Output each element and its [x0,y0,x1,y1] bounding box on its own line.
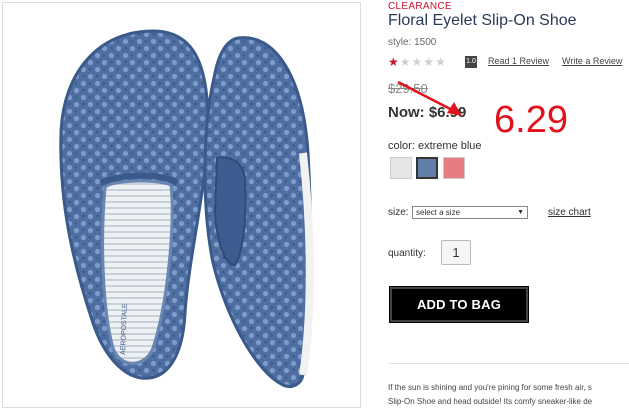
product-image[interactable]: AEROPOSTALE [2,2,361,408]
right-shoe [203,36,314,389]
swatch-white[interactable] [390,157,412,179]
chevron-down-icon: ▼ [517,209,524,216]
size-chart-link[interactable]: size chart [548,207,591,218]
star-icon-empty: ★ [423,55,436,69]
read-reviews-link[interactable]: Read 1 Review [488,56,549,66]
size-row: size: select a size ▼ size chart [388,205,629,221]
sale-price: Now: $6.99 [388,104,467,121]
star-icon-empty: ★ [435,55,447,69]
size-label: size: [388,207,409,218]
star-icon-empty: ★ [399,55,412,69]
size-select[interactable]: select a size ▼ [412,206,528,219]
star-icon-filled: ★ [388,55,400,69]
style-number: style: 1500 [388,37,437,48]
shoe-illustration: AEROPOSTALE [59,29,314,389]
product-description: If the sun is shining and you're pining … [388,381,629,409]
selected-color-label: color: extreme blue [388,140,482,152]
quantity-label: quantity: [388,248,426,259]
clearance-badge: CLEARANCE [388,1,452,12]
star-rating: ★★★★★ [388,55,447,69]
write-review-link[interactable]: Write a Review [562,56,622,66]
left-shoe: AEROPOSTALE [59,29,210,380]
star-icon-empty: ★ [411,55,424,69]
swatch-coral[interactable] [443,157,465,179]
size-select-value: select a size [416,208,461,217]
add-to-bag-button[interactable]: ADD TO BAG [389,286,529,323]
description-line: If the sun is shining and you're pining … [388,383,592,392]
divider [388,363,629,364]
product-info-panel: CLEARANCE Floral Eyelet Slip-On Shoe sty… [388,0,629,410]
swatch-extreme-blue[interactable] [416,157,438,179]
quantity-input[interactable]: 1 [441,240,471,265]
rating-row: ★★★★★ 1.0 Read 1 Review Write a Review [388,55,629,69]
description-line: Slip-On Shoe and head outside! Its comfy… [388,397,593,406]
rating-score-badge: 1.0 [465,56,477,68]
product-title: Floral Eyelet Slip-On Shoe [388,12,577,29]
annotation-price: 6.29 [494,99,568,141]
original-price: $29.50 [388,81,428,96]
